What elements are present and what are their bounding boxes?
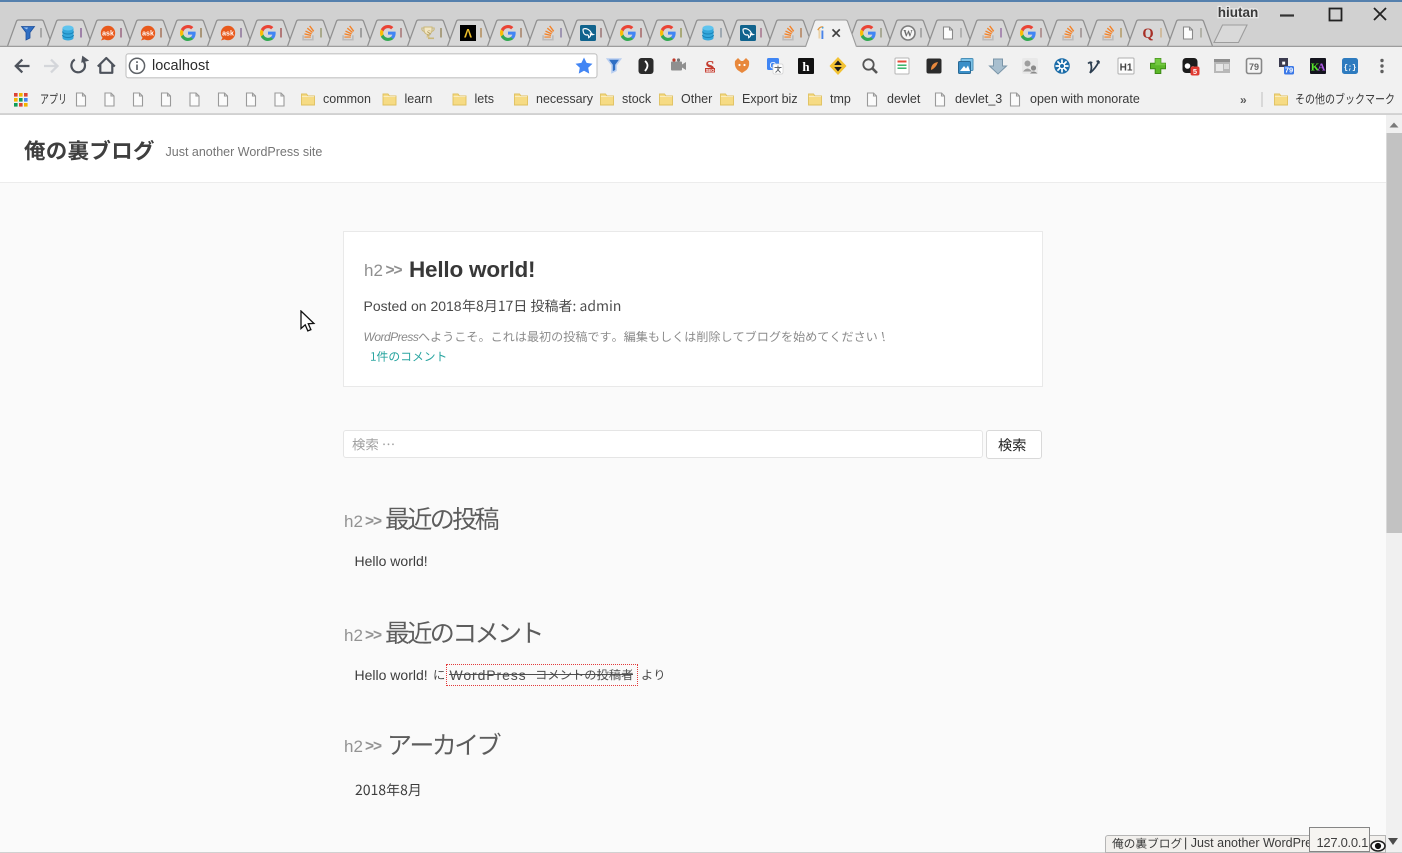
svg-text:SEO: SEO: [706, 68, 716, 73]
svg-text:»: »: [1240, 93, 1247, 107]
svg-text:hiutan: hiutan: [1218, 5, 1259, 20]
svg-text:S: S: [705, 57, 714, 76]
svg-text:ask: ask: [142, 31, 154, 38]
svg-text:H1: H1: [1120, 63, 1133, 74]
svg-text:79: 79: [1249, 62, 1259, 72]
svg-text:{;}: {;}: [1344, 65, 1357, 73]
svg-text:5: 5: [1193, 67, 1197, 76]
svg-text:h: h: [802, 59, 810, 74]
svg-text:Q: Q: [1142, 26, 1153, 42]
svg-text:ask: ask: [222, 31, 234, 38]
svg-text:S: S: [427, 30, 431, 38]
svg-text:Λ: Λ: [464, 27, 472, 41]
svg-text:W: W: [903, 29, 913, 39]
svg-text:A: A: [1318, 62, 1326, 74]
svg-text:ask: ask: [102, 31, 114, 38]
svg-text:79: 79: [1285, 66, 1293, 75]
